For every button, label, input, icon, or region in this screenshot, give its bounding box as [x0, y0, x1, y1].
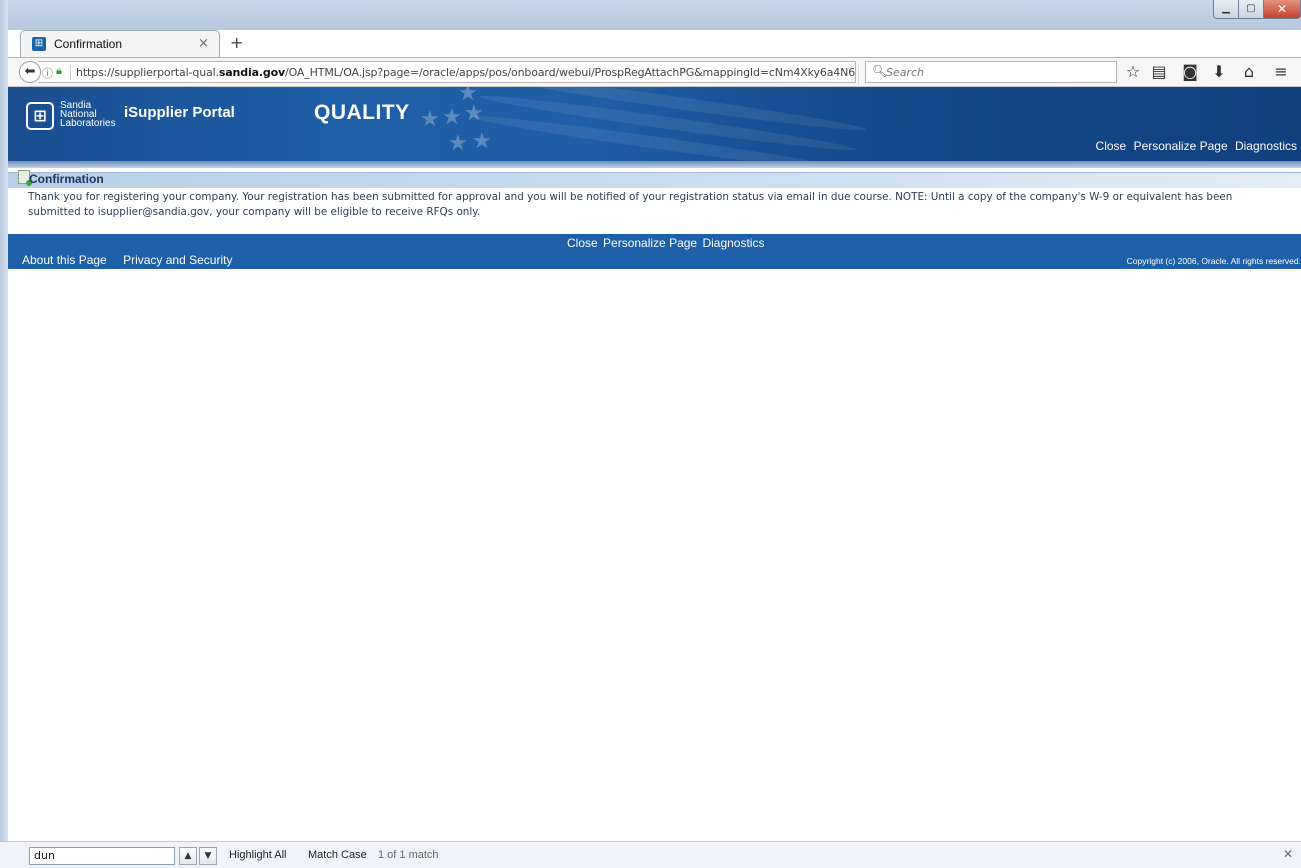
highlight-all-toggle[interactable]: Highlight All: [229, 849, 286, 861]
browser-tab[interactable]: ⊞ Confirmation ×: [20, 30, 220, 58]
star-decoration: ★: [420, 107, 440, 132]
window-frame: [0, 0, 8, 868]
page-footer: Close Personalize Page Diagnostics About…: [8, 234, 1301, 269]
footer-personalize-link[interactable]: Personalize Page: [603, 236, 697, 250]
footer-global-links: Close Personalize Page Diagnostics: [567, 236, 766, 250]
chevron-up-icon: ▲: [184, 851, 192, 861]
info-icon[interactable]: ⓘ: [42, 65, 53, 81]
header-close-link[interactable]: Close: [1096, 139, 1127, 153]
find-status: 1 of 1 match: [378, 849, 439, 861]
minimize-button[interactable]: ▁: [1213, 0, 1239, 19]
new-tab-button[interactable]: +: [230, 33, 243, 52]
star-decoration: ★: [448, 131, 468, 156]
back-button[interactable]: ⬅: [19, 61, 41, 83]
header-divider: [8, 161, 1301, 168]
downloads-icon[interactable]: ⬇: [1209, 62, 1229, 81]
header-personalize-link[interactable]: Personalize Page: [1134, 139, 1228, 153]
about-page-link[interactable]: About this Page: [22, 253, 107, 267]
maximize-button[interactable]: ▢: [1238, 0, 1264, 19]
confirmation-message: Thank you for registering your company. …: [28, 191, 1233, 218]
search-placeholder: Search: [886, 66, 925, 79]
find-next-button[interactable]: ▼: [199, 847, 217, 865]
header-global-links: Close Personalize Page Diagnostics: [1092, 139, 1297, 153]
find-close-icon[interactable]: ✕: [1283, 847, 1293, 861]
star-decoration: ★: [458, 87, 478, 106]
home-icon[interactable]: ⌂: [1239, 62, 1259, 81]
environment-label: QUALITY: [314, 101, 410, 124]
menu-icon[interactable]: ≡: [1271, 62, 1291, 81]
portal-header: ★ ★ ★ ★ ★ ★ ⊞ Sandia National Laboratori…: [8, 87, 1301, 161]
find-input[interactable]: dun: [29, 847, 175, 865]
maximize-icon: ▢: [1246, 3, 1256, 14]
bookmark-star-icon[interactable]: ☆: [1123, 62, 1143, 81]
footer-info-links: About this Page Privacy and Security: [22, 253, 245, 267]
copyright: Copyright (c) 2006, Oracle. All rights r…: [1126, 256, 1301, 266]
address-bar[interactable]: ⓘ 🔒︎ https://supplierportal-qual.sandia.…: [38, 61, 875, 87]
url-separator: [70, 65, 71, 80]
search-icon: 🔍︎: [872, 64, 888, 78]
pocket-icon[interactable]: ◙: [1180, 62, 1200, 81]
minimize-icon: ▁: [1222, 3, 1230, 14]
search-input[interactable]: 🔍︎ Search: [865, 61, 1117, 83]
tab-title: Confirmation: [54, 37, 123, 51]
header-diagnostics-link[interactable]: Diagnostics: [1235, 139, 1297, 153]
sandia-logo-icon: ⊞: [26, 102, 54, 130]
chevron-down-icon: ▼: [204, 851, 212, 861]
portal-name: iSupplier Portal: [124, 104, 235, 121]
find-previous-button[interactable]: ▲: [179, 847, 197, 865]
close-icon: ✕: [1276, 2, 1288, 16]
favicon-icon: ⊞: [32, 37, 46, 51]
find-bar: dun ▲ ▼ Highlight All Match Case 1 of 1 …: [0, 841, 1301, 868]
confirmation-header-bar: [8, 172, 1301, 188]
footer-close-link[interactable]: Close: [567, 236, 598, 250]
window-close-button[interactable]: ✕: [1263, 0, 1301, 19]
window-titlebar: [0, 0, 1301, 30]
reading-list-icon[interactable]: ▤: [1149, 62, 1169, 81]
star-decoration: ★: [472, 129, 492, 154]
back-arrow-icon: ⬅: [24, 64, 36, 79]
privacy-security-link[interactable]: Privacy and Security: [123, 253, 232, 267]
lock-icon: 🔒︎: [56, 64, 62, 77]
star-decoration: ★: [442, 105, 462, 130]
navigation-toolbar: ⓘ 🔒︎ https://supplierportal-qual.sandia.…: [8, 57, 1301, 87]
url-text[interactable]: https://supplierportal-qual.sandia.gov/O…: [76, 66, 855, 79]
tab-close-icon[interactable]: ×: [198, 36, 209, 51]
confirmation-title: Confirmation: [29, 172, 104, 186]
footer-diagnostics-link[interactable]: Diagnostics: [702, 236, 764, 250]
match-case-toggle[interactable]: Match Case: [308, 849, 367, 861]
sandia-logo-text: Sandia National Laboratories: [60, 100, 116, 129]
